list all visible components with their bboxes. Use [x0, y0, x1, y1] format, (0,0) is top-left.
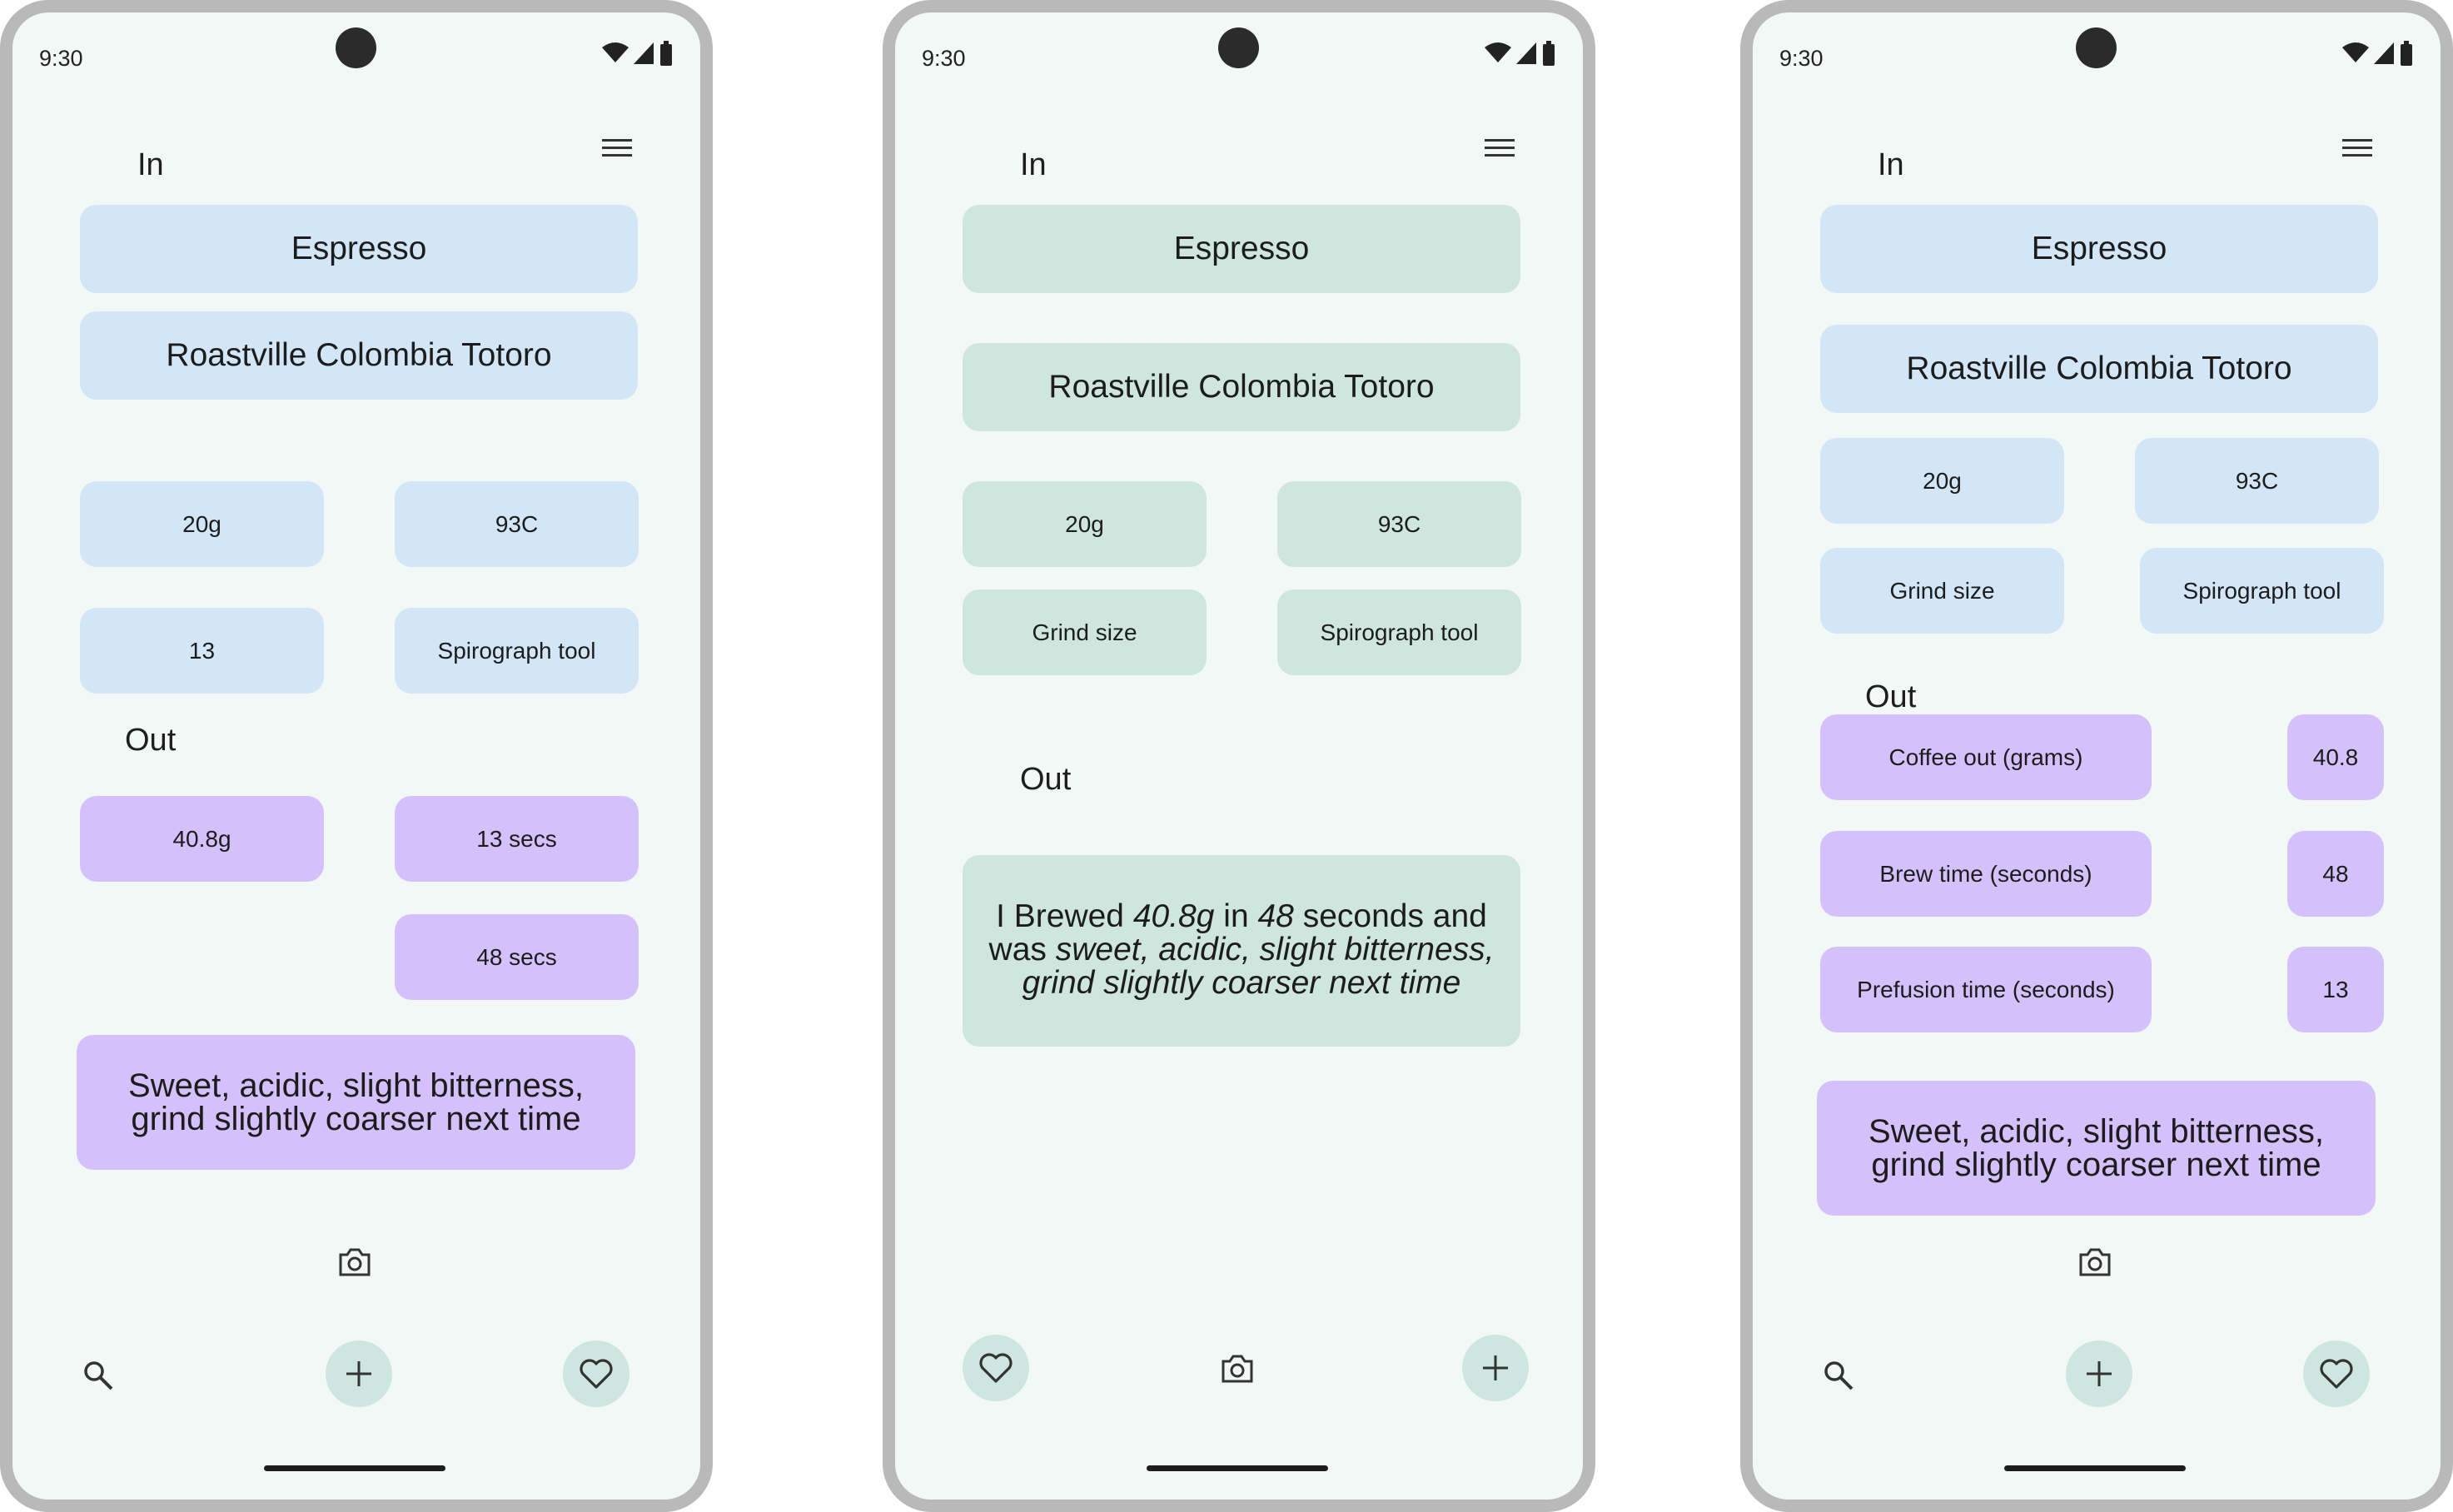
status-time: 9:30 — [922, 46, 966, 71]
brew-method-field[interactable]: Espresso — [1820, 205, 2378, 293]
brew-summary-sentence[interactable]: I Brewed 40.8g in 48 seconds and was swe… — [963, 855, 1520, 1047]
signal-icon — [634, 42, 654, 64]
tool-field[interactable]: Spirograph tool — [2140, 548, 2384, 634]
in-section-label: In — [1878, 147, 1904, 182]
grind-field[interactable]: Grind size — [1820, 548, 2064, 634]
brew-method-field[interactable]: Espresso — [80, 205, 638, 293]
plus-icon — [2087, 1361, 2112, 1386]
menu-icon[interactable] — [2341, 136, 2374, 161]
brew-time-label: Brew time (seconds) — [1820, 831, 2152, 917]
favorite-button[interactable] — [963, 1335, 1029, 1401]
add-button[interactable] — [1462, 1335, 1529, 1401]
battery-icon — [1543, 44, 1555, 66]
prefusion-time-value[interactable]: 13 — [2287, 947, 2384, 1032]
battery-icon — [660, 44, 672, 66]
wifi-icon — [602, 42, 629, 62]
temperature-field[interactable]: 93C — [2135, 438, 2379, 524]
sentence-seconds[interactable]: 48 — [1257, 898, 1293, 934]
grind-field[interactable]: 13 — [80, 608, 324, 694]
sentence-notes[interactable]: sweet, acidic, slight bitterness, grind … — [1022, 932, 1495, 1001]
phone-screen-1: 9:30 In Espresso Roastville Colombia Tot… — [0, 0, 713, 1512]
in-section-label: In — [1020, 147, 1047, 182]
favorite-button[interactable] — [563, 1340, 629, 1407]
home-indicator[interactable] — [2004, 1465, 2186, 1471]
yield-field[interactable]: 40.8g — [80, 796, 324, 882]
temperature-field[interactable]: 93C — [1277, 481, 1521, 567]
plus-icon — [1483, 1355, 1508, 1380]
status-time: 9:30 — [1779, 46, 1824, 71]
add-button[interactable] — [326, 1340, 392, 1407]
phone-screen-3: 9:30 In Espresso Roastville Colombia Tot… — [1740, 0, 2453, 1512]
dose-field[interactable]: 20g — [80, 481, 324, 567]
out-section-label: Out — [1020, 762, 1072, 797]
search-button[interactable] — [77, 1355, 119, 1396]
plus-icon — [346, 1361, 371, 1386]
camera-button[interactable] — [1217, 1348, 1258, 1390]
coffee-out-label: Coffee out (grams) — [1820, 714, 2152, 800]
dose-field[interactable]: 20g — [963, 481, 1207, 567]
search-button[interactable] — [1818, 1355, 1859, 1396]
coffee-out-value[interactable]: 40.8 — [2287, 714, 2384, 800]
camera-button[interactable] — [2074, 1241, 2116, 1283]
home-indicator[interactable] — [264, 1465, 445, 1471]
battery-icon — [2401, 44, 2412, 66]
status-icons — [602, 41, 672, 66]
tool-field[interactable]: Spirograph tool — [395, 608, 639, 694]
menu-icon[interactable] — [600, 136, 634, 161]
temperature-field[interactable]: 93C — [395, 481, 639, 567]
dose-field[interactable]: 20g — [1820, 438, 2064, 524]
bean-field[interactable]: Roastville Colombia Totoro — [80, 311, 638, 400]
in-section-label: In — [137, 147, 164, 182]
status-time: 9:30 — [39, 46, 83, 71]
front-camera — [2076, 27, 2117, 68]
search-icon — [1824, 1361, 1853, 1390]
phone-screen-2: 9:30 In Espresso Roastville Colombia Tot… — [883, 0, 1595, 1512]
grind-field[interactable]: Grind size — [963, 589, 1207, 675]
prefusion-field[interactable]: 13 secs — [395, 796, 639, 882]
favorite-button[interactable] — [2303, 1340, 2370, 1407]
brew-time-value[interactable]: 48 — [2287, 831, 2384, 917]
tool-field[interactable]: Spirograph tool — [1277, 589, 1521, 675]
tasting-notes-field[interactable]: Sweet, acidic, slight bitterness, grind … — [1817, 1081, 2376, 1216]
home-indicator[interactable] — [1147, 1465, 1328, 1471]
signal-icon — [1516, 42, 1536, 64]
heart-icon — [979, 1353, 1013, 1383]
bean-field[interactable]: Roastville Colombia Totoro — [963, 343, 1520, 431]
add-button[interactable] — [2066, 1340, 2132, 1407]
brew-method-field[interactable]: Espresso — [963, 205, 1520, 293]
tasting-notes-field[interactable]: Sweet, acidic, slight bitterness, grind … — [77, 1035, 635, 1170]
heart-icon — [2320, 1359, 2353, 1389]
sentence-mid-1: in — [1214, 898, 1258, 934]
camera-button[interactable] — [334, 1241, 376, 1283]
status-icons — [2342, 41, 2412, 66]
prefusion-time-label: Prefusion time (seconds) — [1820, 947, 2152, 1032]
bean-field[interactable]: Roastville Colombia Totoro — [1820, 325, 2378, 413]
heart-icon — [580, 1359, 613, 1389]
sentence-prefix: I Brewed — [996, 898, 1133, 934]
menu-icon[interactable] — [1483, 136, 1516, 161]
status-icons — [1485, 41, 1555, 66]
camera-icon — [1222, 1355, 1253, 1383]
out-section-label: Out — [1865, 679, 1917, 714]
search-icon — [84, 1361, 113, 1390]
sentence-amount[interactable]: 40.8g — [1133, 898, 1215, 934]
wifi-icon — [1485, 42, 1511, 62]
front-camera — [1218, 27, 1259, 68]
wifi-icon — [2342, 42, 2369, 62]
out-section-label: Out — [125, 723, 177, 758]
signal-icon — [2374, 42, 2394, 64]
brew-time-field[interactable]: 48 secs — [395, 914, 639, 1000]
front-camera — [336, 27, 376, 68]
camera-icon — [339, 1248, 371, 1276]
camera-icon — [2079, 1248, 2111, 1276]
